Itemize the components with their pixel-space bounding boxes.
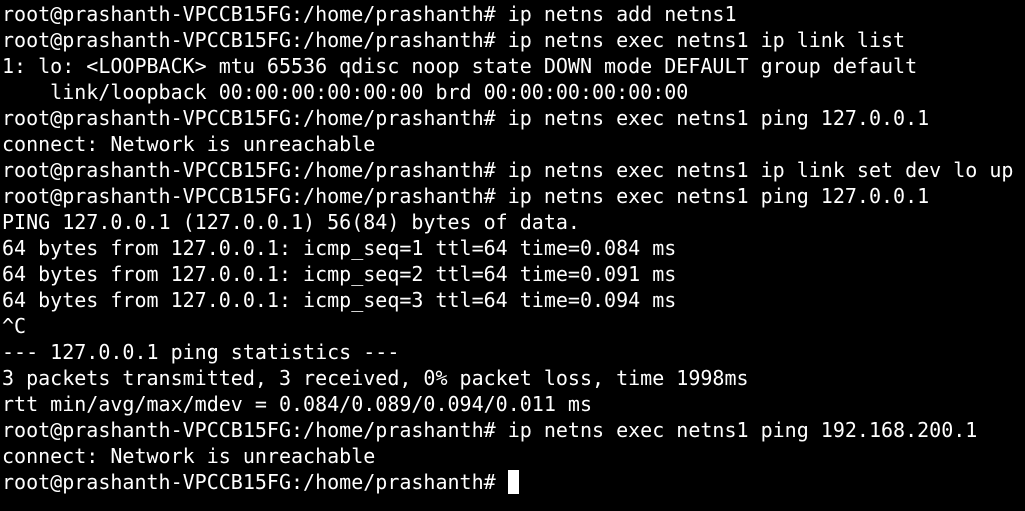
terminal-line: connect: Network is unreachable: [2, 132, 376, 156]
terminal-line: 3 packets transmitted, 3 received, 0% pa…: [2, 366, 749, 390]
terminal-line: 64 bytes from 127.0.0.1: icmp_seq=2 ttl=…: [2, 262, 677, 286]
terminal-line: root@prashanth-VPCCB15FG:/home/prashanth…: [2, 28, 906, 52]
terminal-line: link/loopback 00:00:00:00:00:00 brd 00:0…: [2, 80, 689, 104]
terminal-line: 64 bytes from 127.0.0.1: icmp_seq=3 ttl=…: [2, 288, 677, 312]
terminal-line: root@prashanth-VPCCB15FG:/home/prashanth…: [2, 184, 930, 208]
text-cursor: [507, 470, 519, 494]
terminal-line: 64 bytes from 127.0.0.1: icmp_seq=1 ttl=…: [2, 236, 677, 260]
terminal-line: PING 127.0.0.1 (127.0.0.1) 56(84) bytes …: [2, 210, 580, 234]
terminal-line: root@prashanth-VPCCB15FG:/home/prashanth…: [2, 418, 978, 442]
terminal-line: ^C: [2, 314, 27, 338]
terminal-line: root@prashanth-VPCCB15FG:/home/prashanth…: [2, 2, 737, 26]
terminal-line: rtt min/avg/max/mdev = 0.084/0.089/0.094…: [2, 392, 593, 416]
terminal-line: 1: lo: <LOOPBACK> mtu 65536 qdisc noop s…: [2, 54, 918, 78]
terminal-line: root@prashanth-VPCCB15FG:/home/prashanth…: [2, 106, 930, 130]
terminal-line: --- 127.0.0.1 ping statistics ---: [2, 340, 400, 364]
terminal-window[interactable]: root@prashanth-VPCCB15FG:/home/prashanth…: [0, 0, 1025, 511]
terminal-prompt: root@prashanth-VPCCB15FG:/home/prashanth…: [2, 470, 496, 494]
terminal-line: root@prashanth-VPCCB15FG:/home/prashanth…: [2, 158, 1014, 182]
terminal-prompt-line[interactable]: root@prashanth-VPCCB15FG:/home/prashanth…: [0, 469, 1025, 495]
terminal-line: connect: Network is unreachable: [2, 444, 376, 468]
